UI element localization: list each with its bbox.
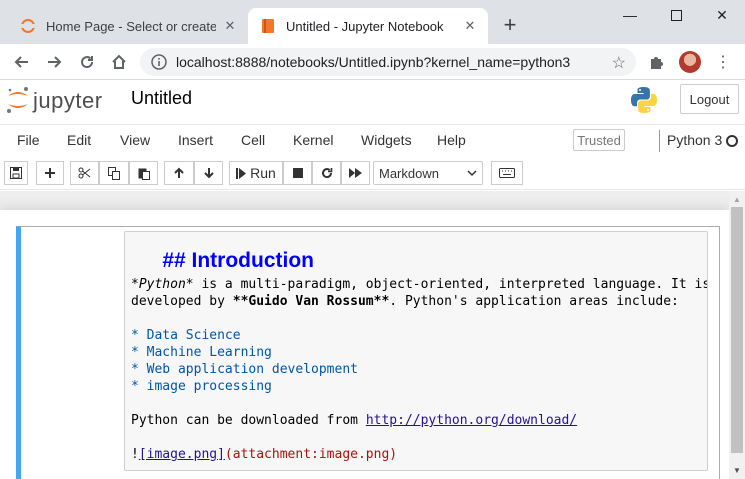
tab-title: Home Page - Select or create a n [46,18,216,34]
save-button[interactable] [4,161,28,185]
plus-icon [44,167,56,179]
editor-line-1: *Python* is a multi-paradigm, object-ori… [131,276,708,293]
forward-arrow-icon[interactable] [42,50,66,74]
python-logo-icon [629,85,659,115]
restart-icon [321,167,333,179]
list-item: * Machine Learning [131,345,272,360]
image-target-text: (attachment:image.png) [224,447,398,462]
markdown-heading-text: ## Introduction [162,249,314,272]
list-item: * Web application development [131,362,358,377]
paragraph-text: is a multi-paradigm, object-oriented, in… [193,277,708,292]
list-item: * image processing [131,379,272,394]
menu-insert[interactable]: Insert [178,132,213,148]
restart-kernel-button[interactable] [312,161,341,185]
strong-text: **Guido Van Rossum** [232,294,390,309]
menu-kernel[interactable]: Kernel [293,132,333,148]
notebook-menubar: File Edit View Insert Cell Kernel Widget… [0,124,745,156]
kernel-idle-indicator-icon [726,135,738,147]
new-tab-plus-icon[interactable]: + [498,14,522,38]
url-text: localhost:8888/notebooks/Untitled.ipynb?… [176,54,571,70]
scissors-icon [78,167,91,179]
interrupt-kernel-button[interactable] [283,161,312,185]
kernel-name: Python 3 [667,132,723,148]
maximize-icon[interactable] [653,0,699,30]
browser-tabstrip: Home Page - Select or create a n ✕ Untit… [0,0,745,44]
download-link[interactable]: http://python.org/download/ [366,413,577,428]
notebook-toolbar: Run Markdown [0,156,745,190]
browser-menu-icon[interactable]: ⋮ [715,52,731,72]
site-info-icon[interactable] [150,53,168,71]
address-bar-row: localhost:8888/notebooks/Untitled.ipynb?… [0,44,745,80]
save-icon [10,167,22,179]
step-forward-icon [236,167,247,179]
editor-line-download: Python can be downloaded from http://pyt… [131,412,577,429]
bookmark-star-icon[interactable]: ☆ [612,53,626,73]
move-down-button[interactable] [194,161,223,185]
stop-icon [292,168,303,178]
menu-edit[interactable]: Edit [67,132,91,148]
jupyter-header: jupyter Untitled Logout [0,80,745,124]
keyboard-icon [499,168,515,178]
trusted-indicator[interactable]: Trusted [573,129,625,151]
menu-help[interactable]: Help [437,132,466,148]
profile-avatar[interactable] [679,51,701,73]
back-arrow-icon[interactable] [10,50,34,74]
close-icon[interactable]: ✕ [222,18,238,34]
editor-line-2: developed by **Guido Van Rossum**. Pytho… [131,293,679,310]
move-up-button[interactable] [164,161,194,185]
arrow-down-icon [203,167,215,179]
kernel-separator [659,130,660,152]
paste-button[interactable] [129,161,158,185]
notebook-name[interactable]: Untitled [131,88,192,109]
editor-line-image: ![image.png](attachment:image.png) [131,446,397,463]
cell-type-value: Markdown [379,165,439,181]
paragraph-text: . Python's application areas include: [389,294,679,309]
paragraph-text: developed by [131,294,233,309]
command-palette-button[interactable] [491,161,523,185]
menu-view[interactable]: View [120,132,150,148]
copy-icon [108,166,120,180]
paragraph-text: Python can be downloaded from [131,413,366,428]
list-item: * Data Science [131,328,241,343]
logout-button[interactable]: Logout [680,84,739,114]
emphasis-text: *Python* [131,277,194,292]
close-icon[interactable]: ✕ [462,18,478,34]
fast-forward-icon [349,168,362,178]
notebook-favicon-icon [260,18,276,34]
extensions-puzzle-icon[interactable] [648,53,666,71]
cell-type-select[interactable]: Markdown [373,161,483,185]
scroll-down-icon[interactable]: ▼ [733,466,741,475]
image-bang: ! [131,447,139,462]
jupyter-favicon-icon [20,18,36,34]
markdown-cell-editor[interactable]: ## Introduction *Python* is a multi-para… [124,231,708,471]
scrollbar-thumb[interactable] [731,207,743,453]
vertical-scrollbar[interactable]: ▲ ▼ [729,191,745,479]
menu-file[interactable]: File [17,132,40,148]
omnibox[interactable]: localhost:8888/notebooks/Untitled.ipynb?… [140,48,636,76]
tab-untitled[interactable]: Untitled - Jupyter Notebook ✕ [248,8,488,44]
arrow-up-icon [173,167,185,179]
jupyter-wordmark: jupyter [33,88,103,113]
run-label: Run [250,165,276,181]
restart-run-all-button[interactable] [341,161,370,185]
jupyter-logo[interactable]: jupyter [5,85,117,115]
image-alt-text: [image.png] [138,447,225,462]
chevron-down-icon [467,166,477,183]
window-close-icon[interactable]: ✕ [699,0,745,30]
minimize-icon[interactable]: — [607,0,653,30]
home-icon[interactable] [107,50,131,74]
scroll-up-icon[interactable]: ▲ [733,195,741,204]
tab-home-page[interactable]: Home Page - Select or create a n ✕ [8,8,248,44]
tab-title: Untitled - Jupyter Notebook [286,18,444,34]
menu-widgets[interactable]: Widgets [361,132,412,148]
reload-icon[interactable] [75,50,99,74]
run-button[interactable]: Run [229,161,283,185]
insert-cell-button[interactable] [36,161,64,185]
copy-button[interactable] [99,161,129,185]
paste-icon [138,167,150,180]
menu-cell[interactable]: Cell [241,132,265,148]
cut-button[interactable] [70,161,99,185]
